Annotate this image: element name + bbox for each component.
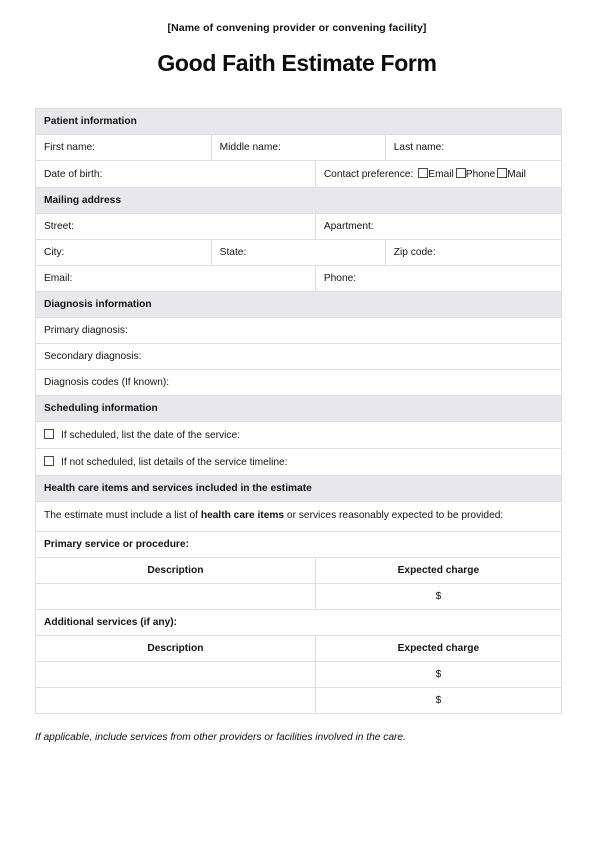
primary-service-description-cell[interactable] bbox=[35, 582, 316, 610]
not-scheduled-cell: If not scheduled, list details of the se… bbox=[35, 448, 562, 476]
section-header-label: Health care items and services included … bbox=[35, 475, 562, 502]
table-row-secondary-diagnosis: Secondary diagnosis: bbox=[35, 343, 562, 370]
table-row-email-phone: Email: Phone: bbox=[35, 265, 563, 292]
table-row-additional-service-entry: $ bbox=[35, 686, 563, 714]
checkbox-label-phone: Phone bbox=[465, 169, 496, 180]
section-header-health-care-items: Health care items and services included … bbox=[35, 475, 562, 502]
checkbox-if-not-scheduled[interactable] bbox=[44, 456, 54, 466]
table-row-primary-service-entry: $ bbox=[35, 582, 563, 610]
table-row-street: Street: Apartment: bbox=[35, 213, 563, 240]
table-row-additional-services-heading: Additional services (if any): bbox=[35, 608, 562, 636]
table-row-primary-service-columns: Description Expected charge bbox=[35, 556, 563, 584]
phone-label[interactable]: Phone: bbox=[314, 265, 563, 292]
paragraph-text-before: The estimate must include a list of bbox=[44, 510, 201, 521]
first-name-label[interactable]: First name: bbox=[35, 134, 212, 161]
apartment-label[interactable]: Apartment: bbox=[314, 213, 563, 240]
checkbox-label-email: Email bbox=[428, 169, 454, 180]
secondary-diagnosis-label[interactable]: Secondary diagnosis: bbox=[35, 343, 562, 370]
document-header: [Name of convening provider or convening… bbox=[0, 0, 594, 77]
table-row-names: First name: Middle name: Last name: bbox=[35, 134, 563, 161]
section-header-label: Scheduling information bbox=[35, 395, 562, 422]
checkbox-if-scheduled[interactable] bbox=[44, 429, 54, 439]
primary-diagnosis-label[interactable]: Primary diagnosis: bbox=[35, 317, 562, 344]
checkbox-contact-phone[interactable] bbox=[455, 168, 466, 178]
table-row-city-state-zip: City: State: Zip code: bbox=[35, 239, 563, 266]
section-header-scheduling-information: Scheduling information bbox=[35, 395, 562, 422]
footer-note: If applicable, include services from oth… bbox=[35, 731, 406, 743]
additional-service-description-cell[interactable] bbox=[35, 660, 316, 688]
checkbox-label-mail: Mail bbox=[507, 169, 526, 180]
scheduled-cell: If scheduled, list the date of the servi… bbox=[35, 421, 562, 449]
column-header-description: Description bbox=[35, 556, 316, 584]
section-header-label: Diagnosis information bbox=[35, 291, 562, 318]
city-label[interactable]: City: bbox=[35, 239, 212, 266]
state-label[interactable]: State: bbox=[210, 239, 386, 266]
table-row-additional-services-columns: Description Expected charge bbox=[35, 634, 563, 662]
section-header-mailing-address: Mailing address bbox=[35, 187, 562, 214]
table-row-diagnosis-codes: Diagnosis codes (If known): bbox=[35, 369, 562, 396]
additional-service-charge-cell[interactable]: $ bbox=[314, 660, 563, 688]
section-header-diagnosis-information: Diagnosis information bbox=[35, 291, 562, 318]
zip-code-label[interactable]: Zip code: bbox=[384, 239, 563, 266]
column-header-expected-charge: Expected charge bbox=[314, 634, 563, 662]
additional-service-charge-cell[interactable]: $ bbox=[314, 686, 563, 714]
street-label[interactable]: Street: bbox=[35, 213, 316, 240]
contact-preference-group: Contact preference: Email Phone Mail bbox=[323, 168, 526, 180]
date-of-birth-label[interactable]: Date of birth: bbox=[35, 160, 316, 188]
paragraph-text-after: or services reasonably expected to be pr… bbox=[284, 510, 504, 521]
table-row-primary-diagnosis: Primary diagnosis: bbox=[35, 317, 562, 344]
checkbox-contact-mail[interactable] bbox=[497, 168, 508, 178]
page-title: Good Faith Estimate Form bbox=[157, 50, 437, 76]
table-row-scheduled: If scheduled, list the date of the servi… bbox=[35, 421, 562, 449]
diagnosis-codes-label[interactable]: Diagnosis codes (If known): bbox=[35, 369, 562, 396]
provider-name-placeholder: [Name of convening provider or convening… bbox=[167, 22, 427, 34]
table-row-not-scheduled: If not scheduled, list details of the se… bbox=[35, 448, 562, 476]
additional-services-label: Additional services (if any): bbox=[35, 608, 562, 636]
paragraph-text-bold: health care items bbox=[200, 510, 285, 521]
contact-preference-label: Contact preference: bbox=[323, 169, 414, 180]
checkbox-label-if-not-scheduled: If not scheduled, list details of the se… bbox=[61, 457, 288, 468]
column-header-expected-charge: Expected charge bbox=[314, 556, 563, 584]
section-header-label: Patient information bbox=[35, 108, 562, 135]
estimate-paragraph: The estimate must include a list of heal… bbox=[35, 501, 562, 532]
column-header-description: Description bbox=[35, 634, 316, 662]
additional-service-description-cell[interactable] bbox=[35, 686, 316, 714]
table-row-additional-service-entry: $ bbox=[35, 660, 563, 688]
email-label[interactable]: Email: bbox=[35, 265, 316, 292]
table-row-primary-service-heading: Primary service or procedure: bbox=[35, 530, 562, 558]
primary-service-charge-cell[interactable]: $ bbox=[314, 582, 563, 610]
middle-name-label[interactable]: Middle name: bbox=[210, 134, 386, 161]
section-header-label: Mailing address bbox=[35, 187, 562, 214]
checkbox-label-if-scheduled: If scheduled, list the date of the servi… bbox=[61, 430, 240, 441]
checkbox-contact-email[interactable] bbox=[418, 168, 429, 178]
document-page: [Name of convening provider or convening… bbox=[0, 0, 594, 841]
good-faith-estimate-form: Patient information First name: Middle n… bbox=[35, 108, 563, 714]
table-row-estimate-paragraph: The estimate must include a list of heal… bbox=[35, 501, 562, 532]
table-row-dob-contact: Date of birth: Contact preference: Email P… bbox=[35, 160, 563, 188]
form-table: Patient information First name: Middle n… bbox=[35, 108, 563, 714]
primary-service-label: Primary service or procedure: bbox=[35, 530, 562, 558]
section-header-patient-information: Patient information bbox=[35, 108, 562, 135]
last-name-label[interactable]: Last name: bbox=[384, 134, 563, 161]
contact-preference-cell: Contact preference: Email Phone Mail bbox=[314, 160, 563, 188]
